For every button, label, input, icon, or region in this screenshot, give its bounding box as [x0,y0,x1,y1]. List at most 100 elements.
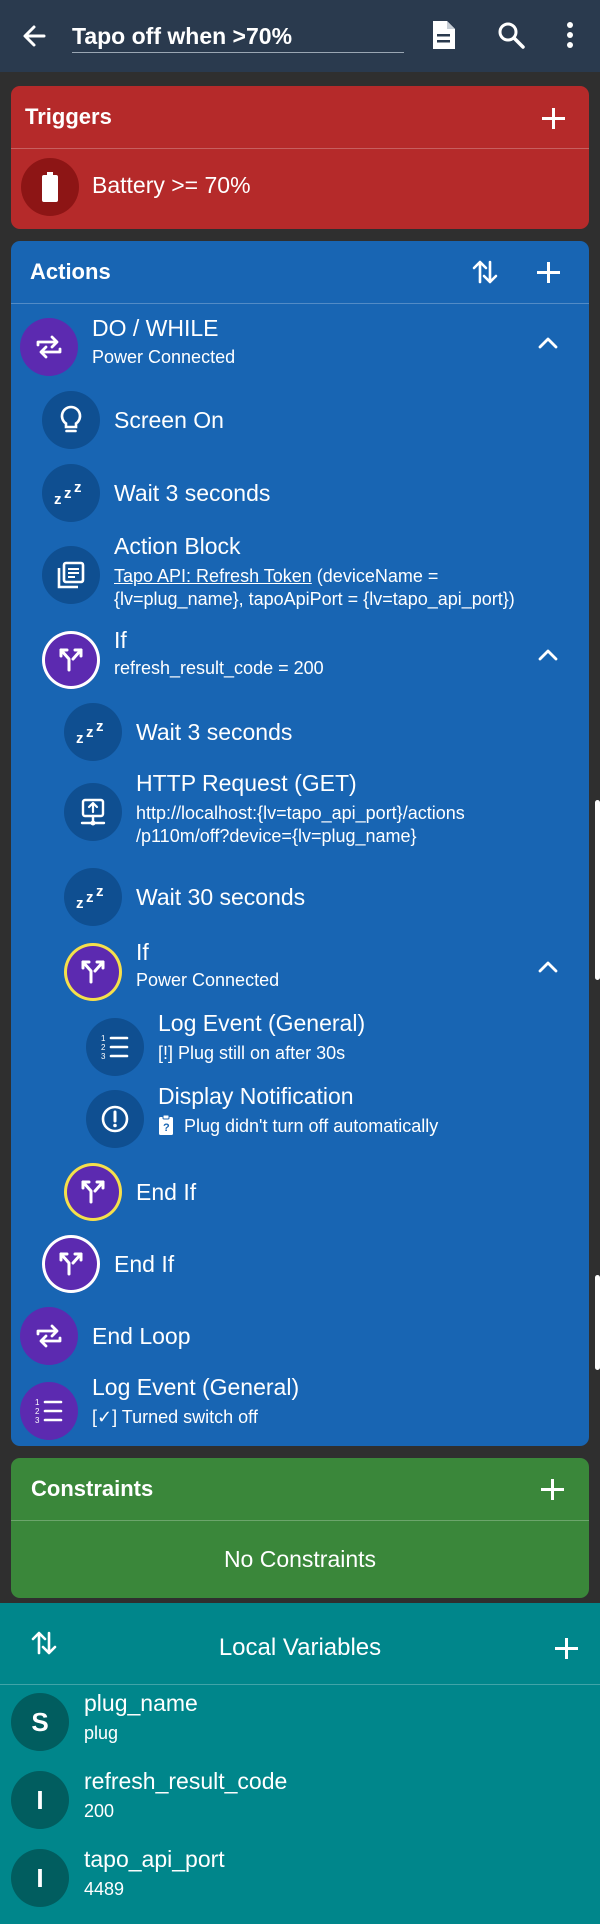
scrollbar-thumb[interactable] [595,1275,600,1370]
svg-text:z: z [76,730,84,745]
loop-icon [20,318,78,376]
sleep-icon: zzz [42,464,100,522]
action-detail: Tapo API: Refresh Token (deviceName = [114,566,439,586]
if-branch-icon [64,943,122,1001]
chevron-up-icon[interactable] [537,960,559,974]
action-item-end-if[interactable]: End If [11,1230,589,1300]
constraints-header: Constraints [11,1458,589,1521]
reorder-arrows-icon[interactable] [469,256,501,288]
action-item-wait[interactable]: zzz Wait 30 seconds [11,864,589,934]
macro-name-field[interactable]: Tapo off when >70% [72,20,404,53]
action-item-end-loop[interactable]: End Loop [11,1303,589,1373]
sleep-icon: zzz [64,868,122,926]
trigger-label: Battery >= 70% [92,172,251,198]
svg-text:2: 2 [101,1043,106,1052]
action-detail: Power Connected [136,970,280,990]
if-branch-icon [42,1235,100,1293]
action-label: Wait 3 seconds [114,480,271,506]
action-item-do-while[interactable]: DO / WHILE Power Connected [11,315,589,384]
variable-item[interactable]: I tapo_api_port 4489 [0,1839,600,1917]
local-variables-header: Local Variables [0,1603,600,1685]
svg-text:3: 3 [35,1416,40,1425]
svg-text:1: 1 [35,1398,40,1407]
chevron-up-icon[interactable] [537,648,559,662]
variable-value: 200 [84,1801,115,1821]
trigger-item[interactable]: Battery >= 70% [11,148,589,229]
loop-icon [20,1307,78,1365]
action-detail: ? Plug didn't turn off automatically [158,1114,438,1138]
triggers-card: Triggers Battery >= 70% [11,86,589,229]
add-action-button[interactable] [532,256,564,288]
document-icon[interactable] [427,18,461,52]
local-variables-panel: Local Variables S plug_name plug I refre… [0,1603,600,1924]
action-item-screen-on[interactable]: Screen On [11,387,589,457]
variable-type-badge: I [11,1771,69,1829]
action-block-link[interactable]: Tapo API: Refresh Token [114,566,312,586]
action-item-display-notification[interactable]: Display Notification ? Plug didn't turn o… [11,1083,589,1156]
action-block-icon [42,546,100,604]
app-bar: Tapo off when >70% [0,0,600,72]
action-detail: [✓] Turned switch off [92,1407,258,1427]
chevron-up-icon[interactable] [537,336,559,350]
actions-title: Actions [30,259,111,284]
svg-text:z: z [54,491,62,506]
sleep-icon: zzz [64,703,122,761]
svg-text:z: z [76,895,84,910]
variable-name: tapo_api_port [84,1846,225,1872]
lightbulb-icon [42,391,100,449]
svg-text:z: z [86,889,94,906]
action-detail-line2: {lv=plug_name}, tapoApiPort = {lv=tapo_a… [114,589,515,609]
battery-icon [21,158,79,216]
action-label: Log Event (General) [158,1010,366,1036]
add-trigger-button[interactable] [537,102,569,134]
svg-text:?: ? [163,1122,170,1134]
action-label: Action Block [114,533,241,559]
action-item-if[interactable]: If Power Connected [11,939,589,1008]
action-label: End If [136,1179,197,1205]
svg-text:1: 1 [101,1034,106,1043]
constraints-card: Constraints No Constraints [11,1458,589,1598]
action-label: End Loop [92,1323,191,1349]
action-item-if[interactable]: If refresh_result_code = 200 [11,627,589,696]
action-item-wait[interactable]: zzz Wait 3 seconds [11,460,589,530]
log-list-icon: 123 [20,1382,78,1440]
if-branch-icon [42,631,100,689]
action-item-log-event[interactable]: 123 Log Event (General) [✓] Turned switc… [11,1374,589,1446]
variable-name: plug_name [84,1690,198,1716]
action-label: Log Event (General) [92,1374,300,1400]
svg-text:z: z [86,724,94,741]
action-label: Display Notification [158,1083,354,1109]
add-variable-button[interactable] [550,1632,582,1664]
action-label: End If [114,1251,175,1277]
action-item-log-event[interactable]: 123 Log Event (General) [!] Plug still o… [11,1010,589,1082]
more-vertical-icon[interactable] [553,18,587,52]
variable-value: 4489 [84,1879,125,1899]
action-item-action-block[interactable]: Action Block Tapo API: Refresh Token (de… [11,533,589,611]
variable-value: plug [84,1723,119,1743]
action-item-http-request[interactable]: HTTP Request (GET) http://localhost:{lv=… [11,770,589,852]
variable-type-badge: S [11,1693,69,1751]
log-list-icon: 123 [86,1018,144,1076]
action-label: Wait 3 seconds [136,719,293,745]
svg-text:2: 2 [35,1407,40,1416]
variable-name: refresh_result_code [84,1768,288,1794]
variable-item[interactable]: S plug_name plug [0,1683,600,1761]
action-item-end-if[interactable]: End If [11,1158,589,1228]
variable-item[interactable]: I refresh_result_code 200 [0,1761,600,1839]
search-icon[interactable] [494,18,528,52]
actions-card: Actions DO / WHILE Power Connected Scree… [11,241,589,1446]
scrollbar-thumb[interactable] [595,800,600,980]
svg-text:z: z [74,480,82,496]
http-request-icon [64,783,122,841]
back-arrow-icon[interactable] [18,20,50,52]
action-label: Wait 30 seconds [136,884,306,910]
if-branch-icon [64,1163,122,1221]
action-label: If [136,939,149,965]
add-constraint-button[interactable] [536,1473,568,1505]
svg-text:3: 3 [101,1052,106,1061]
action-label: Screen On [114,407,224,433]
triggers-title: Triggers [25,104,112,129]
svg-text:z: z [96,884,104,900]
action-item-wait[interactable]: zzz Wait 3 seconds [11,698,589,768]
action-detail: Power Connected [92,347,236,367]
